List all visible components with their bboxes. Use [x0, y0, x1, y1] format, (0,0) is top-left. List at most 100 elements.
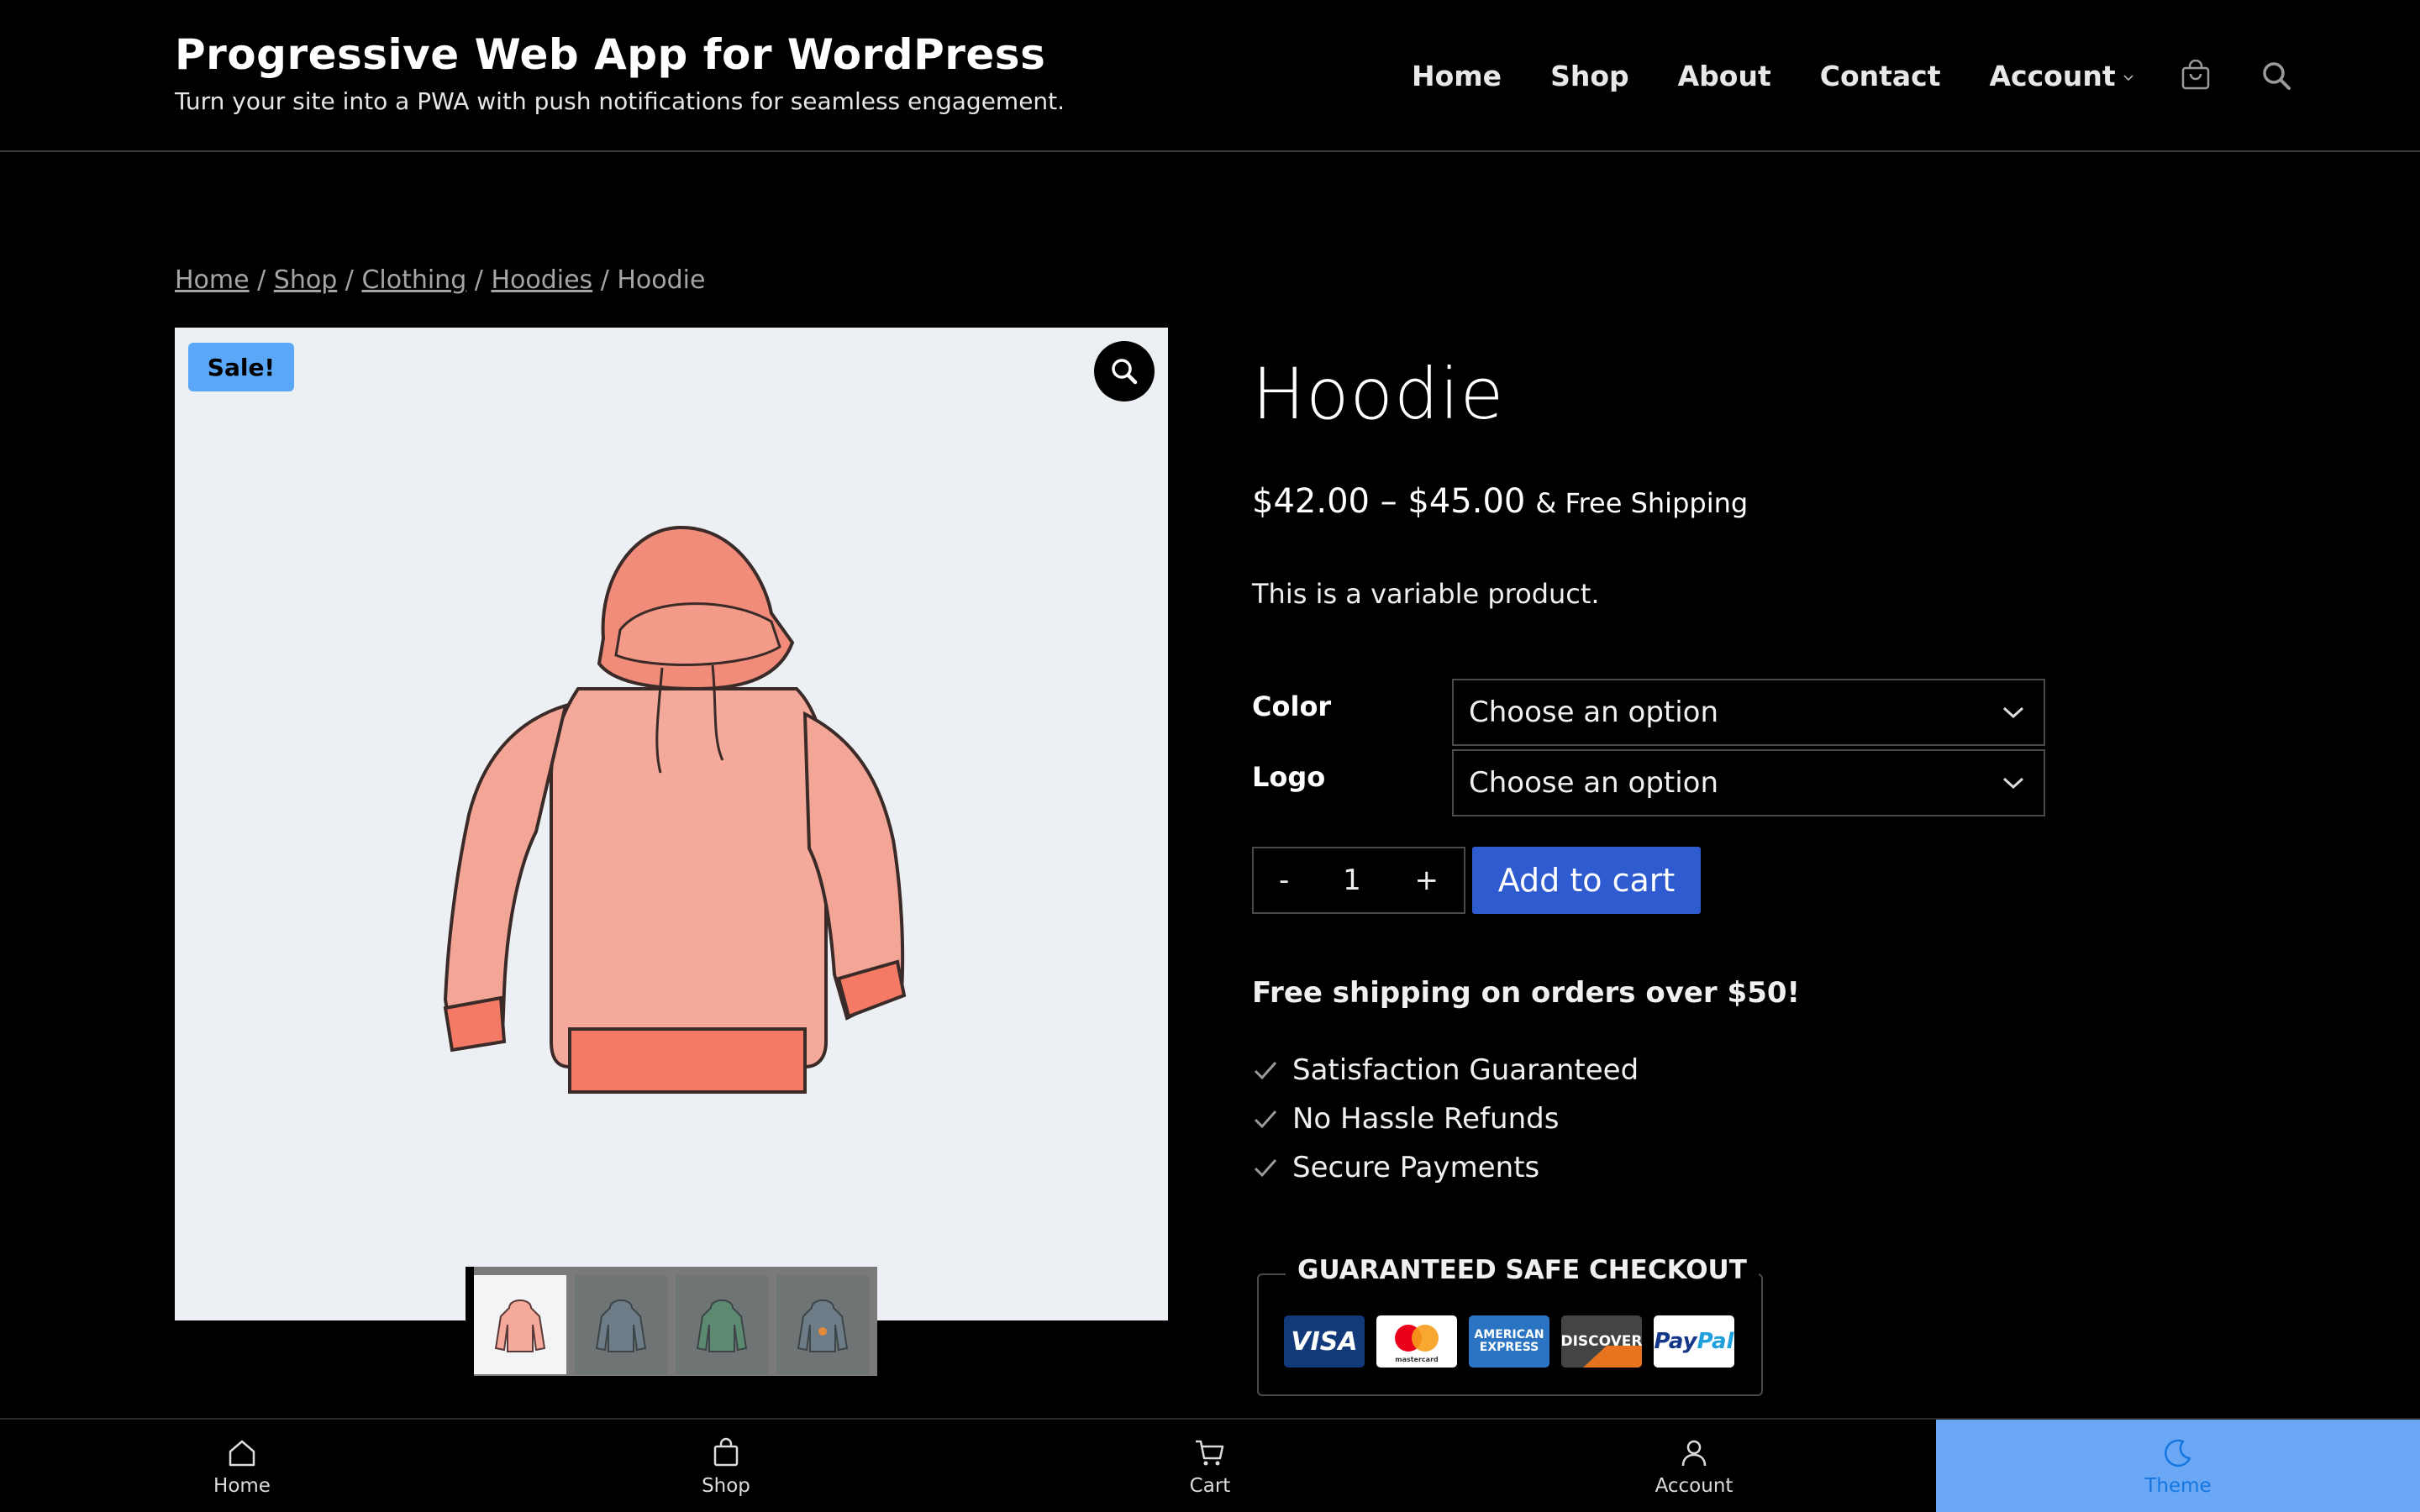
breadcrumb: Home / Shop / Clothing / Hoodies / Hoodi…	[175, 265, 705, 295]
color-label: Color	[1252, 690, 1332, 722]
hoodie-thumb-icon	[494, 1299, 546, 1352]
paypal-logo: Pay Pal	[1654, 1315, 1734, 1368]
qty-plus-button[interactable]: +	[1414, 864, 1439, 897]
price-low: $42.00	[1252, 482, 1370, 521]
nav-home[interactable]: Home	[1412, 60, 1502, 92]
quantity-stepper: - 1 +	[1252, 847, 1465, 914]
site-title[interactable]: Progressive Web App for WordPress	[175, 30, 1045, 79]
moon-icon	[2165, 1439, 2191, 1467]
paypal-text-2: Pal	[1697, 1329, 1734, 1354]
visa-logo: VISA	[1284, 1315, 1365, 1368]
trust-item: No Hassle Refunds	[1252, 1102, 1559, 1136]
bottom-tab-home[interactable]: Home	[0, 1420, 484, 1512]
amex-logo: AMERICAN EXPRESS	[1469, 1315, 1549, 1368]
product-gallery[interactable]: Sale!	[175, 328, 1168, 1376]
hoodie-image	[443, 525, 907, 1094]
bottom-tab-account[interactable]: Account	[1452, 1420, 1936, 1512]
trust-item: Satisfaction Guaranteed	[1252, 1053, 1639, 1087]
trust-label: Secure Payments	[1292, 1151, 1540, 1184]
breadcrumb-home[interactable]: Home	[175, 265, 250, 295]
bottom-tab-theme[interactable]: Theme	[1936, 1420, 2420, 1512]
breadcrumb-clothing[interactable]: Clothing	[361, 265, 466, 295]
shipping-note: & Free Shipping	[1535, 487, 1749, 519]
bottom-tab-label: Cart	[1189, 1475, 1231, 1497]
chevron-down-icon	[2002, 777, 2024, 790]
nav-account[interactable]: Account	[1990, 60, 2134, 92]
check-icon	[1254, 1110, 1277, 1129]
thumbnail-logo[interactable]	[776, 1275, 869, 1374]
payment-cards: VISA mastercard AMERICAN EXPRESS DISCOVER…	[1284, 1315, 1734, 1368]
logo-select[interactable]: Choose an option	[1452, 749, 2045, 816]
color-select-value: Choose an option	[1469, 696, 1719, 729]
mastercard-circles: mastercard	[1395, 1325, 1439, 1363]
product-title: Hoodie	[1252, 353, 1505, 435]
zoom-button[interactable]	[1094, 341, 1155, 402]
check-icon	[1254, 1062, 1277, 1080]
hoodie-thumb-icon	[797, 1299, 849, 1352]
bottom-tab-label: Home	[213, 1475, 271, 1497]
thumbnail-blue[interactable]	[575, 1275, 667, 1374]
product-price: $42.00 – $45.00 & Free Shipping	[1252, 482, 1748, 521]
price-high: $45.00	[1407, 482, 1526, 521]
nav-contact[interactable]: Contact	[1820, 60, 1941, 92]
paypal-text-1: Pay	[1654, 1329, 1697, 1354]
free-shipping-note: Free shipping on orders over $50!	[1252, 976, 1801, 1010]
logo-label: Logo	[1252, 761, 1326, 793]
chevron-down-icon	[2123, 75, 2133, 81]
mastercard-logo: mastercard	[1376, 1315, 1457, 1368]
discover-logo: DISCOVER	[1561, 1315, 1642, 1368]
breadcrumb-hoodies[interactable]: Hoodies	[491, 265, 592, 295]
qty-input[interactable]: 1	[1343, 864, 1361, 897]
hoodie-thumb-icon	[595, 1299, 647, 1352]
mastercard-text: mastercard	[1395, 1356, 1439, 1363]
site-tagline: Turn your site into a PWA with push noti…	[175, 87, 1065, 115]
bottom-tab-shop[interactable]: Shop	[484, 1420, 968, 1512]
breadcrumb-sep: /	[337, 265, 362, 295]
thumbnail-strip	[466, 1267, 877, 1376]
thumbnail-pink[interactable]	[474, 1275, 566, 1374]
breadcrumb-sep: /	[592, 265, 618, 295]
thumbnail-green[interactable]	[676, 1275, 768, 1374]
amex-line1: AMERICAN	[1474, 1328, 1544, 1341]
main-nav: Home Shop About Contact Account	[1412, 57, 2292, 94]
nav-shop[interactable]: Shop	[1550, 60, 1629, 92]
page: Progressive Web App for WordPress Turn y…	[0, 0, 2420, 1512]
add-to-cart-button[interactable]: Add to cart	[1472, 847, 1701, 914]
safe-checkout-title: GUARANTEED SAFE CHECKOUT	[1286, 1255, 1759, 1285]
bottom-tab-cart[interactable]: Cart	[968, 1420, 1452, 1512]
visa-text: VISA	[1291, 1326, 1358, 1357]
cart-icon	[1196, 1440, 1224, 1466]
nav-about[interactable]: About	[1678, 60, 1771, 92]
product-description: This is a variable product.	[1252, 578, 1600, 610]
discover-text: DISCOVER	[1561, 1333, 1642, 1350]
bottom-tab-label: Shop	[702, 1475, 750, 1497]
bottom-nav: Home Shop Cart Account Theme	[0, 1418, 2420, 1512]
amex-line2: EXPRESS	[1479, 1341, 1539, 1354]
nav-account-label: Account	[1989, 59, 2116, 92]
breadcrumb-shop[interactable]: Shop	[274, 265, 337, 295]
magnifier-icon	[1112, 359, 1138, 385]
home-icon	[229, 1440, 255, 1467]
bottom-tab-label: Account	[1655, 1475, 1733, 1497]
user-icon	[1681, 1440, 1707, 1467]
price-sep: –	[1369, 482, 1408, 521]
trust-item: Secure Payments	[1252, 1151, 1539, 1184]
breadcrumb-sep: /	[249, 265, 274, 295]
hoodie-thumb-icon	[696, 1299, 748, 1352]
thumb-divider	[466, 1267, 474, 1376]
site-header: Progressive Web App for WordPress Turn y…	[0, 0, 2420, 152]
bottom-tab-label: Theme	[2144, 1475, 2212, 1497]
search-icon[interactable]	[2260, 60, 2292, 92]
logo-select-value: Choose an option	[1469, 766, 1719, 800]
check-icon	[1254, 1159, 1277, 1178]
cart-icon[interactable]	[2180, 60, 2212, 92]
trust-label: No Hassle Refunds	[1292, 1102, 1560, 1136]
trust-label: Satisfaction Guaranteed	[1292, 1053, 1639, 1087]
breadcrumb-sep: /	[466, 265, 492, 295]
chevron-down-icon	[2002, 706, 2024, 719]
sale-badge: Sale!	[188, 343, 294, 391]
breadcrumb-current: Hoodie	[617, 265, 706, 295]
shopping-bag-icon	[713, 1437, 739, 1467]
color-select[interactable]: Choose an option	[1452, 679, 2045, 746]
qty-minus-button[interactable]: -	[1279, 864, 1289, 897]
